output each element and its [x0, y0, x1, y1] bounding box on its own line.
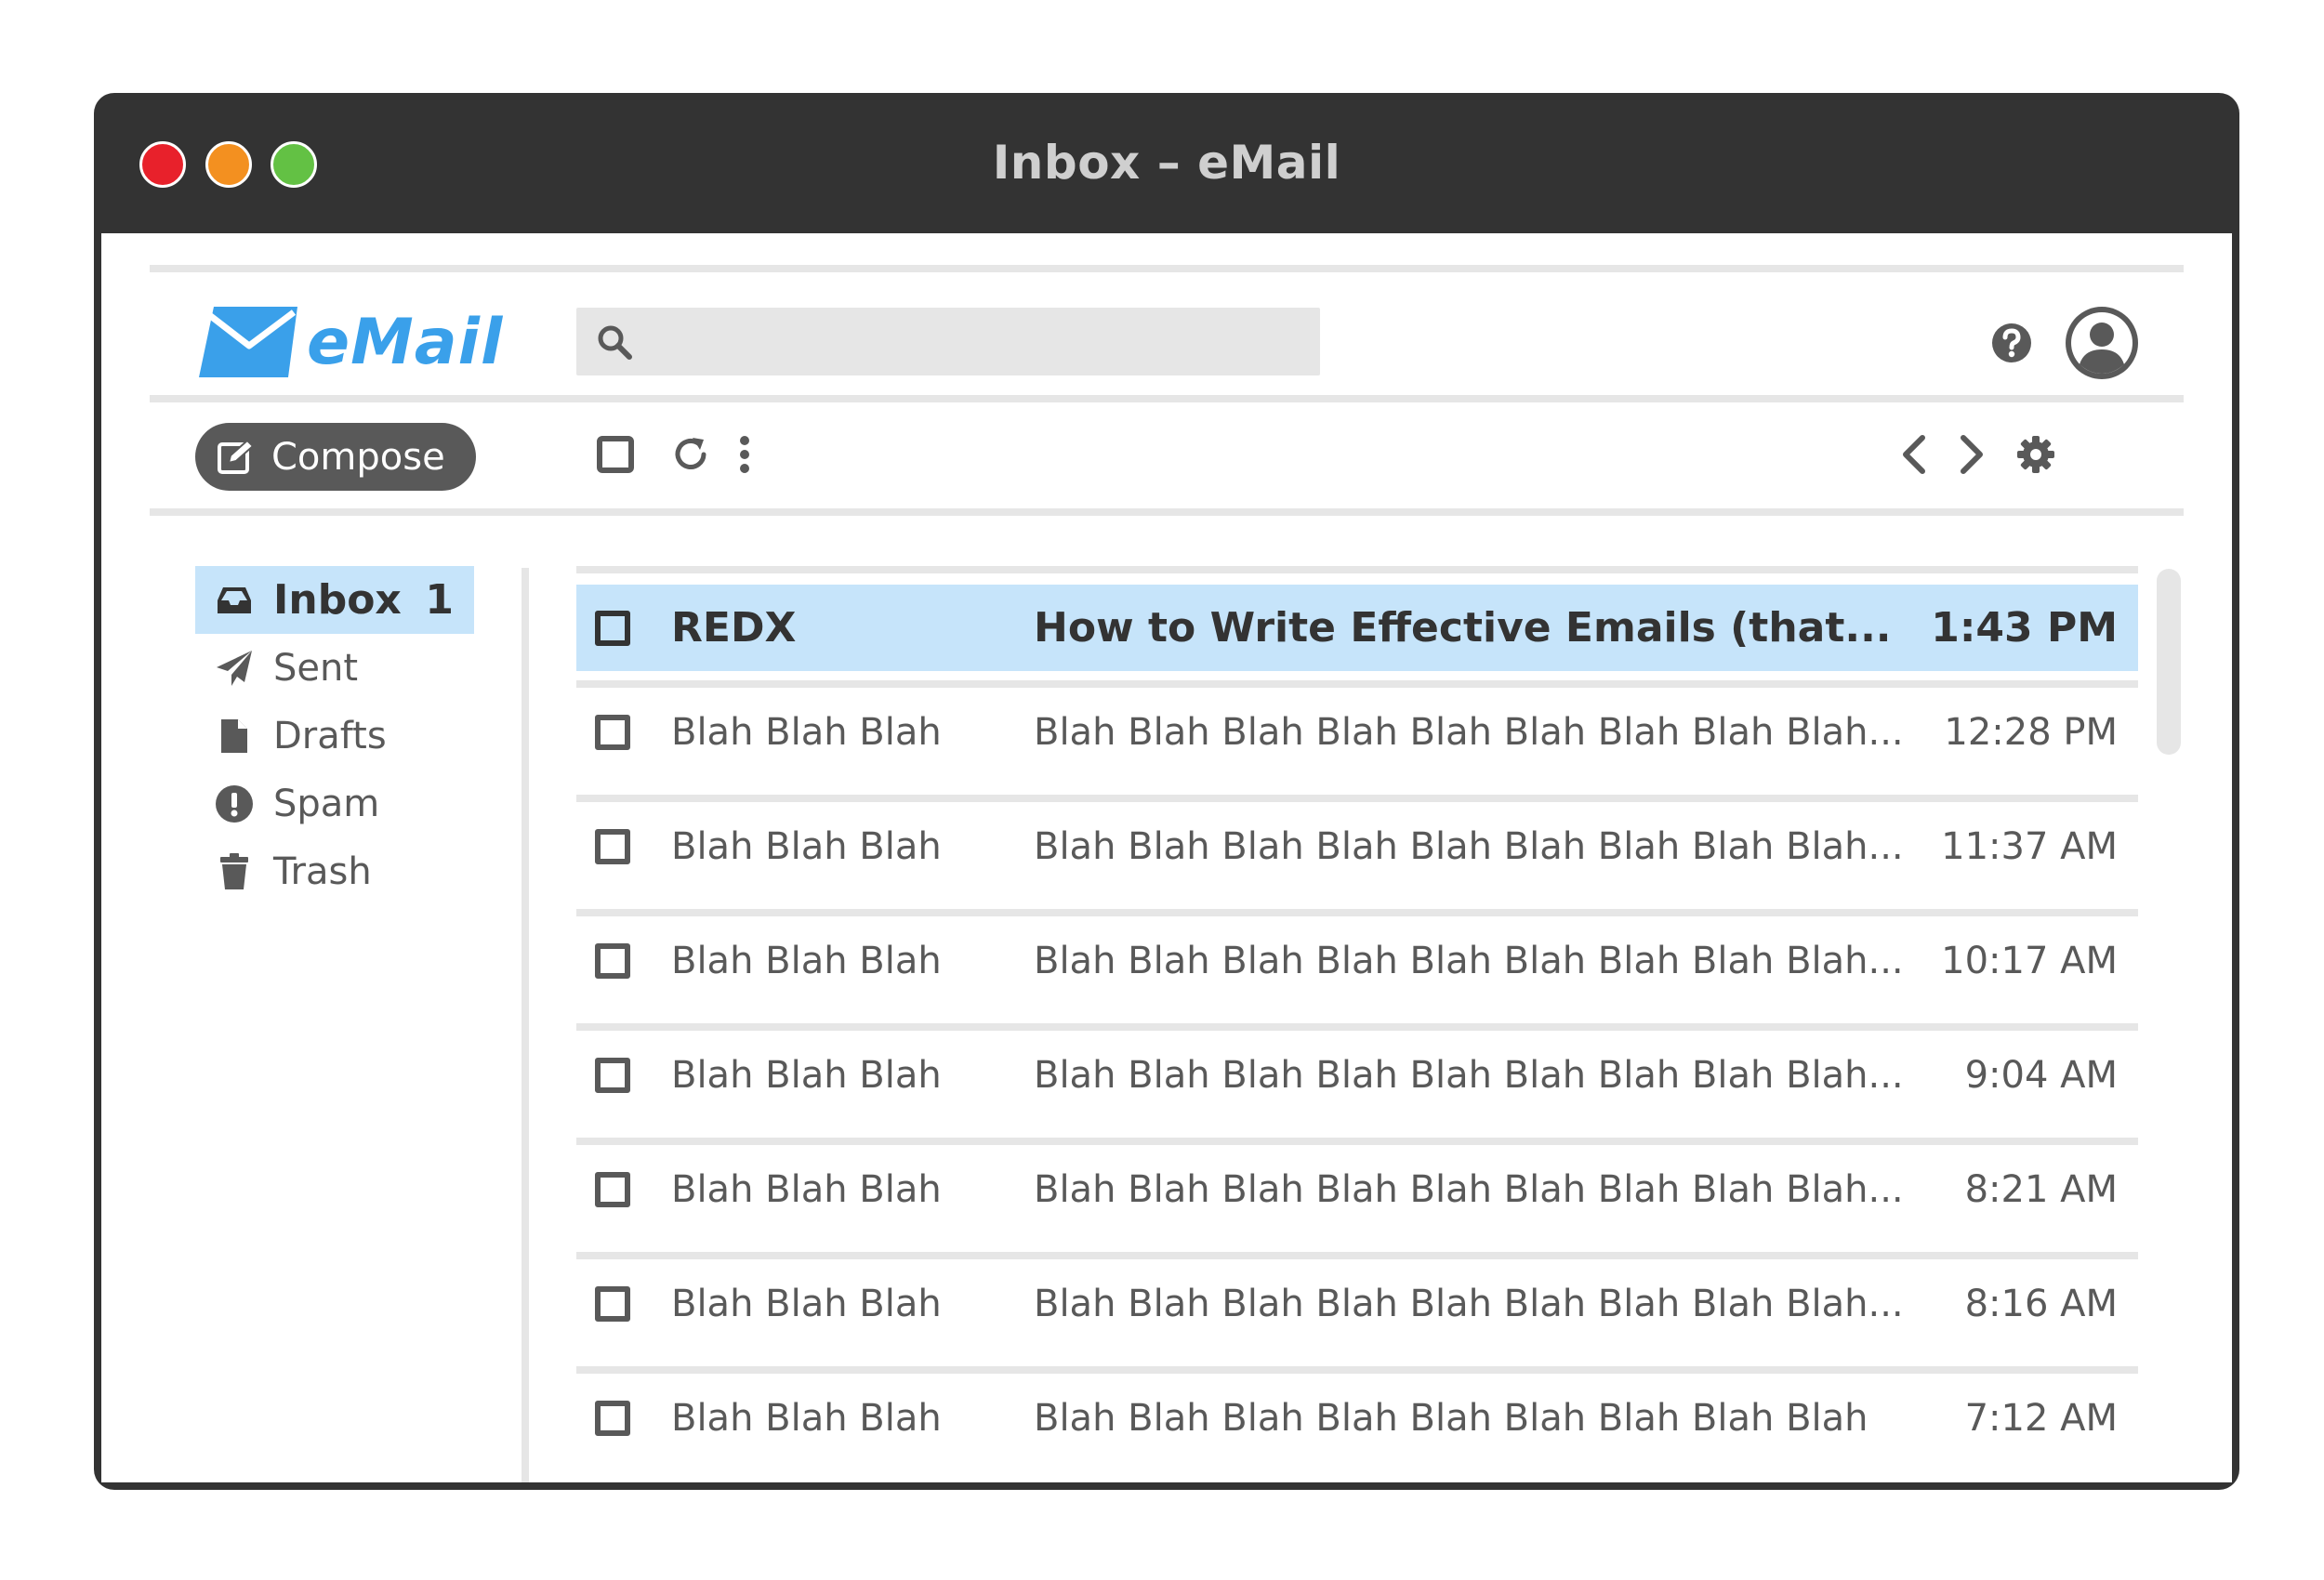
row-divider: [576, 909, 2138, 916]
search-icon: [598, 325, 632, 360]
email-time: 8:16 AM: [1964, 1282, 2118, 1325]
email-checkbox[interactable]: [595, 1057, 630, 1093]
chevron-left-icon[interactable]: [1898, 434, 1932, 475]
email-sender: Blah Blah Blah: [671, 710, 942, 754]
email-row[interactable]: Blah Blah Blah Blah Blah Blah Blah Blah …: [576, 917, 2138, 1004]
row-divider: [576, 795, 2138, 802]
email-time: 12:28 PM: [1944, 710, 2118, 754]
email-row[interactable]: Blah Blah Blah Blah Blah Blah Blah Blah …: [576, 1032, 2138, 1118]
more-vertical-icon[interactable]: [733, 434, 756, 475]
email-sender: Blah Blah Blah: [671, 1167, 942, 1211]
email-time: 9:04 AM: [1964, 1053, 2118, 1097]
row-divider: [576, 1366, 2138, 1374]
row-divider: [576, 680, 2138, 688]
email-subject: How to Write Effective Emails (that...: [1034, 604, 1892, 652]
email-time: 1:43 PM: [1931, 604, 2118, 652]
email-checkbox[interactable]: [595, 828, 630, 864]
paper-plane-icon: [217, 650, 252, 686]
email-sender: Blah Blah Blah: [671, 824, 942, 868]
email-time: 7:12 AM: [1964, 1396, 2118, 1440]
sidebar-item-label: Drafts: [273, 714, 387, 757]
top-divider: [150, 265, 2184, 272]
gear-icon[interactable]: [2015, 434, 2056, 475]
logo-text: eMail: [307, 305, 504, 379]
compose-icon: [218, 439, 255, 474]
email-subject: Blah Blah Blah Blah Blah Blah Blah Blah …: [1034, 1053, 1904, 1097]
email-checkbox[interactable]: [595, 714, 630, 750]
inbox-icon: [218, 586, 251, 613]
sidebar-item-label: Sent: [273, 646, 359, 690]
email-subject: Blah Blah Blah Blah Blah Blah Blah Blah …: [1034, 1282, 1904, 1325]
file-icon: [221, 718, 247, 753]
row-divider: [576, 1023, 2138, 1031]
envelope-logo-icon: [199, 307, 297, 377]
email-row[interactable]: REDX How to Write Effective Emails (that…: [576, 585, 2138, 671]
sidebar-item-label: Inbox: [273, 576, 402, 624]
trash-icon: [220, 852, 248, 889]
email-subject: Blah Blah Blah Blah Blah Blah Blah Blah …: [1034, 824, 1904, 868]
email-row[interactable]: Blah Blah Blah Blah Blah Blah Blah Blah …: [576, 803, 2138, 889]
email-checkbox[interactable]: [595, 942, 630, 979]
compose-label: Compose: [271, 435, 445, 479]
compose-button[interactable]: Compose: [195, 423, 476, 491]
search-input[interactable]: [643, 312, 1298, 371]
email-subject: Blah Blah Blah Blah Blah Blah Blah Blah …: [1034, 710, 1904, 754]
sidebar-item-drafts[interactable]: Drafts: [195, 702, 474, 770]
email-sender: REDX: [671, 604, 797, 652]
email-row[interactable]: Blah Blah Blah Blah Blah Blah Blah Blah …: [576, 689, 2138, 775]
sidebar-item-sent[interactable]: Sent: [195, 634, 474, 702]
email-sender: Blah Blah Blah: [671, 1396, 942, 1440]
row-divider: [576, 566, 2138, 573]
email-subject: Blah Blah Blah Blah Blah Blah Blah Blah …: [1034, 1167, 1904, 1211]
email-sender: Blah Blah Blah: [671, 939, 942, 982]
sidebar-item-spam[interactable]: Spam: [195, 770, 474, 837]
email-checkbox[interactable]: [595, 1171, 630, 1207]
header-divider: [150, 395, 2184, 402]
row-divider: [576, 1252, 2138, 1259]
sidebar-item-label: Trash: [273, 849, 372, 893]
window-title: Inbox – eMail: [992, 136, 1341, 190]
refresh-icon[interactable]: [670, 434, 711, 475]
email-row[interactable]: Blah Blah Blah Blah Blah Blah Blah Blah …: [576, 1146, 2138, 1232]
app-content: eMail Compose Inbox 1 Sent Drafts Spam T…: [101, 233, 2232, 1482]
unread-count-badge: 1: [425, 576, 454, 624]
email-subject: Blah Blah Blah Blah Blah Blah Blah Blah …: [1034, 1396, 1868, 1440]
email-checkbox[interactable]: [595, 610, 630, 646]
row-divider: [576, 1138, 2138, 1145]
app-window: Inbox – eMail eMail Compose Inbox 1 Sent…: [94, 93, 2239, 1490]
sidebar-item-label: Spam: [273, 782, 380, 825]
email-time: 10:17 AM: [1941, 939, 2118, 982]
search-bar[interactable]: [576, 308, 1320, 375]
email-time: 8:21 AM: [1964, 1167, 2118, 1211]
email-subject: Blah Blah Blah Blah Blah Blah Blah Blah …: [1034, 939, 1904, 982]
user-avatar-icon[interactable]: [2066, 307, 2138, 379]
sidebar-item-trash[interactable]: Trash: [195, 837, 474, 905]
chevron-right-icon[interactable]: [1954, 434, 1987, 475]
email-time: 11:37 AM: [1941, 824, 2118, 868]
select-all-checkbox-icon[interactable]: [595, 434, 636, 475]
email-row[interactable]: Blah Blah Blah Blah Blah Blah Blah Blah …: [576, 1260, 2138, 1347]
sidebar-item-inbox[interactable]: Inbox 1: [195, 566, 474, 634]
app-logo[interactable]: eMail: [195, 305, 503, 379]
email-checkbox[interactable]: [595, 1285, 630, 1322]
email-list-scrollbar[interactable]: [2157, 569, 2181, 755]
toolbar-divider: [150, 508, 2184, 516]
sidebar-divider: [522, 568, 529, 1482]
email-checkbox[interactable]: [595, 1400, 630, 1436]
email-sender: Blah Blah Blah: [671, 1282, 942, 1325]
exclamation-circle-icon: [216, 784, 253, 823]
help-icon[interactable]: [1991, 323, 2032, 363]
title-bar: Inbox – eMail: [94, 93, 2239, 233]
email-row[interactable]: Blah Blah Blah Blah Blah Blah Blah Blah …: [576, 1375, 2138, 1461]
email-sender: Blah Blah Blah: [671, 1053, 942, 1097]
